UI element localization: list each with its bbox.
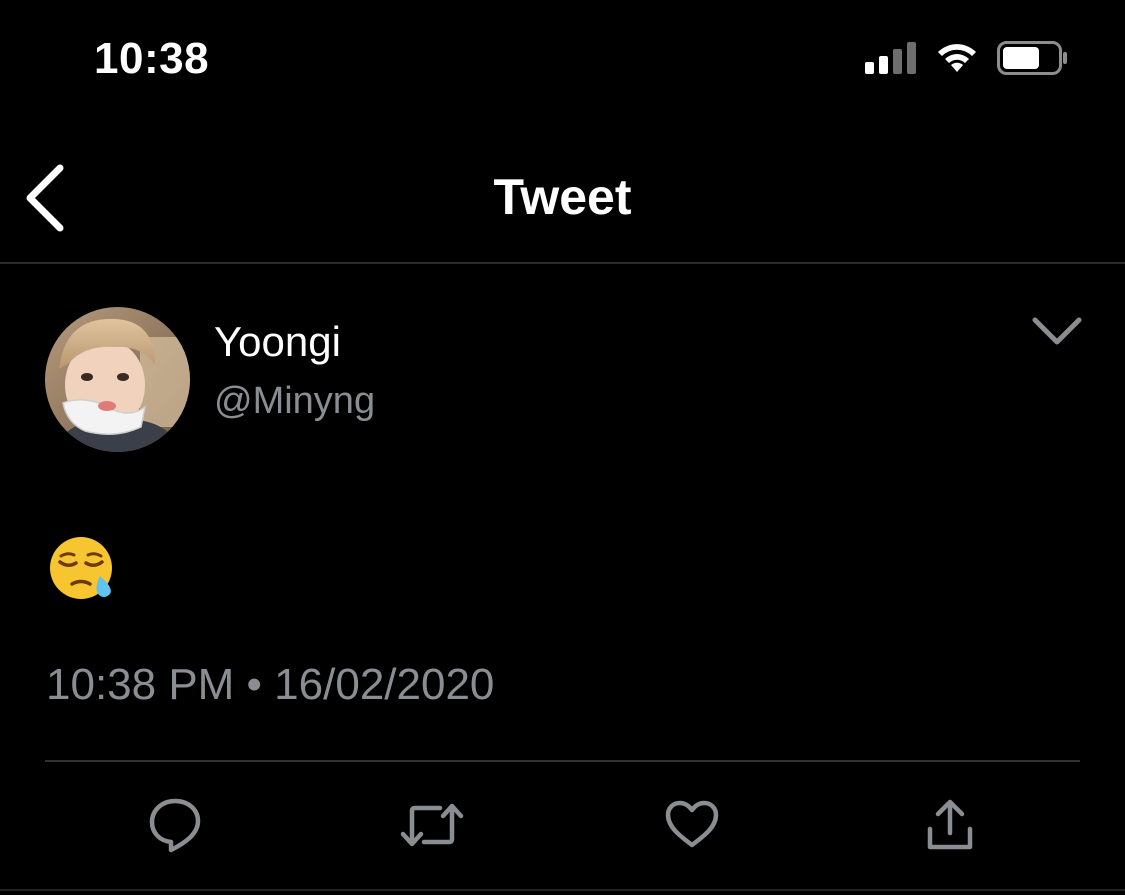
content-divider: [45, 760, 1080, 762]
status-time: 10:38: [94, 34, 210, 83]
retweet-icon[interactable]: [400, 790, 464, 860]
status-bar: 10:38: [0, 0, 1125, 120]
tweet-timestamp: 10:38 PM • 16/02/2020: [46, 660, 495, 709]
battery-icon: [997, 40, 1069, 80]
status-icons: [865, 40, 1069, 80]
chevron-down-icon[interactable]: [1030, 314, 1084, 350]
avatar[interactable]: [45, 307, 190, 452]
action-bar: [0, 790, 1125, 865]
author-handle[interactable]: @Minyng: [214, 380, 375, 423]
wifi-icon: [935, 41, 979, 80]
page-title: Tweet: [493, 169, 632, 225]
tweet-body-emoji: [48, 536, 118, 602]
nav-bar: Tweet: [0, 130, 1125, 262]
reply-icon[interactable]: [143, 790, 207, 860]
bottom-divider: [0, 889, 1125, 891]
header-divider: [0, 262, 1125, 264]
share-icon[interactable]: [918, 790, 982, 860]
signal-icon: [865, 41, 917, 79]
author-name[interactable]: Yoongi: [214, 318, 341, 366]
sleepy-face-emoji: [50, 537, 112, 599]
like-icon[interactable]: [660, 790, 724, 860]
